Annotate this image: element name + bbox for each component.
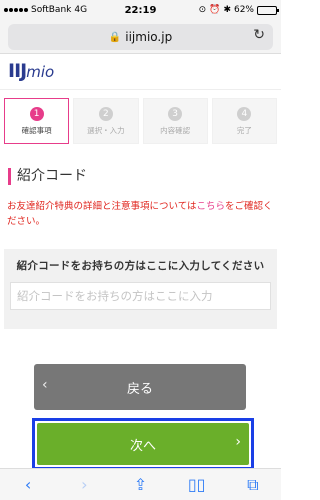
step-3: 3 内容確認 — [142, 98, 208, 144]
step-1: 1 確認事項 — [4, 98, 70, 144]
browser-header: 🔒 iijmio.jp ↻ — [0, 20, 281, 54]
referral-code-panel: 紹介コードをお持ちの方はここに入力してください — [4, 249, 277, 329]
bluetooth-icon: ✱ — [223, 5, 231, 15]
alarm-icon: ⏰ — [209, 5, 221, 15]
battery-icon — [257, 5, 279, 15]
signal-icon — [4, 8, 28, 12]
location-icon: ⊙ — [198, 5, 207, 15]
network-type: 4G — [74, 5, 88, 15]
url-text: iijmio.jp — [125, 30, 173, 44]
bookmarks-icon[interactable]: ▯▯ — [182, 475, 212, 494]
address-bar[interactable]: 🔒 iijmio.jp ↻ — [8, 24, 273, 50]
chevron-left-icon: ‹ — [42, 377, 48, 393]
step-number: 1 — [29, 106, 44, 121]
status-bar: SoftBank 4G 22:19 ⊙ ⏰ ✱ 62% — [0, 0, 281, 20]
referral-code-input[interactable] — [10, 282, 271, 310]
referral-notice: お友達紹介特典の詳細と注意事項についてはこちらをご確認ください。 — [7, 199, 274, 229]
battery-percent: 62% — [233, 5, 254, 15]
step-progress: 1 確認事項 2 選択・入力 3 内容確認 4 完了 — [0, 90, 281, 144]
reload-icon[interactable]: ↻ — [253, 27, 265, 43]
tabs-icon[interactable]: ⧉ — [238, 475, 268, 495]
carrier-name: SoftBank — [31, 5, 72, 15]
step-4: 4 完了 — [211, 98, 277, 144]
section-title: 紹介コード — [8, 168, 273, 185]
step-label: 選択・入力 — [87, 125, 125, 135]
step-number: 3 — [168, 106, 183, 121]
browser-toolbar: ‹ › ⇪ ▯▯ ⧉ — [0, 468, 281, 500]
back-button[interactable]: ‹ 戻る — [34, 364, 246, 410]
next-button-highlight: 次へ › — [32, 418, 254, 470]
iijmio-logo[interactable]: IIJmio — [8, 60, 54, 82]
details-link[interactable]: こちら — [197, 201, 226, 212]
step-number: 2 — [98, 106, 113, 121]
step-label: 確認事項 — [21, 125, 52, 135]
logo-main: IIJ — [8, 60, 27, 82]
share-icon[interactable]: ⇪ — [125, 475, 155, 494]
referral-code-label: 紹介コードをお持ちの方はここに入力してください — [16, 260, 265, 272]
chevron-right-icon: › — [235, 434, 241, 450]
back-arrow-icon[interactable]: ‹ — [13, 475, 43, 494]
next-button[interactable]: 次へ › — [37, 423, 249, 465]
site-header: IIJmio — [0, 54, 281, 90]
clock: 22:19 — [124, 4, 157, 16]
step-number: 4 — [237, 106, 252, 121]
status-right: ⊙ ⏰ ✱ 62% — [177, 5, 279, 15]
step-2: 2 選択・入力 — [73, 98, 139, 144]
step-label: 完了 — [236, 125, 252, 135]
next-label: 次へ — [129, 438, 156, 454]
carrier-info: SoftBank 4G — [4, 5, 104, 15]
back-label: 戻る — [126, 381, 153, 397]
lock-icon: 🔒 — [108, 31, 122, 43]
logo-sub: mio — [26, 63, 55, 81]
forward-arrow-icon[interactable]: › — [69, 475, 99, 494]
notice-text: お友達紹介特典の詳細と注意事項については — [7, 201, 197, 212]
step-label: 内容確認 — [160, 125, 191, 135]
